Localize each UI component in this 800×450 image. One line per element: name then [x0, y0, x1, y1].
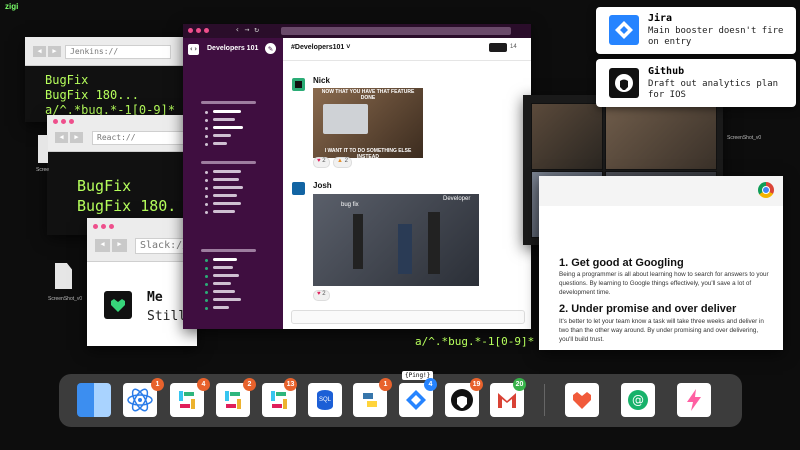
dock-badge: 1 [379, 378, 392, 391]
jenkins-window[interactable]: ◀ ▶ Jenkins:// BugFix BugFix 180... a/^.… [25, 37, 200, 122]
jenkins-url[interactable]: Jenkins:// [65, 45, 171, 59]
meme-bottom-text: I WANT IT TO DO SOMETHING ELSE INSTEAD [324, 148, 412, 160]
article-heading-1: 1. Get good at Googling [559, 257, 684, 269]
react-url[interactable]: React:// [92, 131, 193, 145]
sql-label: SQL [317, 390, 333, 410]
meme-image[interactable]: NOW THAT YOU HAVE THAT FEATURE DONE I WA… [313, 88, 423, 160]
notification-jira[interactable]: Jira Main booster doesn't fire on entry [596, 7, 796, 54]
gif-caption-1: bug fix [341, 202, 359, 208]
reaction-emoji[interactable]: ▲ 2 [333, 157, 352, 168]
finder-app-icon[interactable] [77, 383, 111, 417]
dock-badge: 19 [470, 378, 483, 391]
notification-body: Main booster doesn't fire on entry [648, 26, 784, 47]
slack-small-titlebar[interactable]: ◀ ▶ Slack:// [87, 218, 197, 262]
dock-separator [544, 384, 545, 416]
slack-main-window[interactable]: ‹ → ↻ ‹› Developers 101 ✎ #Developers101… [183, 24, 531, 329]
slack-titlebar[interactable]: ‹ → ↻ [183, 24, 531, 38]
jenkins-line-2: BugFix 180... [45, 88, 139, 102]
message-avatar[interactable] [292, 182, 305, 195]
github-icon [609, 68, 639, 98]
svg-text:@: @ [632, 393, 644, 407]
dock-badge: 4 [197, 378, 210, 391]
dock-badge: 13 [284, 378, 297, 391]
file-icon[interactable] [55, 263, 72, 289]
gif-caption-2: Developer [443, 196, 471, 202]
terminal-line: a/^.*bug.*-1[0-9]* [415, 335, 535, 348]
heart-avatar [104, 291, 132, 319]
video-tile[interactable] [531, 103, 603, 170]
message-avatar[interactable] [292, 78, 305, 91]
chrome-icon[interactable] [758, 182, 774, 198]
forward-button[interactable]: ▶ [70, 132, 83, 143]
workspace-icon[interactable]: ‹› [188, 44, 199, 55]
forward-button[interactable]: ▶ [112, 239, 127, 252]
message-user[interactable]: Me [147, 290, 163, 305]
file-label[interactable]: ScreenShot_v0 [727, 135, 761, 141]
file-label[interactable]: Scree [36, 167, 49, 173]
laptop-graphic [323, 104, 368, 134]
member-avatars[interactable] [489, 43, 507, 52]
notification-body: Draft out analytics plan for IOS [648, 79, 779, 100]
workspace-name[interactable]: Developers 101 [207, 45, 258, 52]
back-button[interactable]: ◀ [95, 239, 110, 252]
message-author[interactable]: Nick [313, 76, 330, 85]
dock-badge: 4 [424, 378, 437, 391]
back-button[interactable]: ◀ [33, 46, 46, 57]
jira-icon [609, 15, 639, 45]
article-window[interactable]: 1. Get good at Googling Being a programm… [539, 176, 783, 350]
sql-app-icon[interactable]: SQL [308, 383, 342, 417]
message-composer[interactable] [291, 310, 525, 324]
slack-search-bar[interactable] [281, 27, 511, 35]
video-tile[interactable] [605, 103, 717, 170]
back-button[interactable]: ◀ [55, 132, 68, 143]
reaction-heart[interactable]: ♥ 2 [313, 157, 330, 168]
slack-small-window[interactable]: ◀ ▶ Slack:// Me Still [87, 218, 197, 346]
jenkins-titlebar[interactable]: ◀ ▶ Jenkins:// [25, 37, 200, 66]
at-app-icon[interactable]: @ [621, 383, 655, 417]
notification-github[interactable]: Github Draft out analytics plan for IOS [596, 59, 796, 107]
nav-arrows[interactable]: ‹ → ↻ [235, 25, 259, 34]
notification-title: Jira [648, 13, 673, 24]
react-line-1: BugFix [77, 177, 132, 195]
article-body-1: Being a programmer is all about learning… [559, 271, 769, 296]
app-logo[interactable]: zigi [5, 2, 18, 11]
react-line-2: BugFix 180. [77, 197, 177, 215]
channel-name[interactable]: #Developers101 ˅ [291, 44, 350, 51]
message-text: Still [147, 309, 187, 324]
file-label[interactable]: ScreenShot_v0 [48, 296, 82, 302]
notification-title: Github [648, 66, 685, 77]
article-body-2: It's better to let your team know a task… [559, 318, 764, 343]
slack-sidebar: ‹› Developers 101 ✎ [183, 38, 283, 329]
bolt-app-icon[interactable] [677, 383, 711, 417]
channel-header: #Developers101 ˅ 14 [283, 38, 531, 61]
jenkins-line-1: BugFix [45, 73, 89, 87]
forward-button[interactable]: ▶ [48, 46, 61, 57]
compose-icon[interactable]: ✎ [265, 43, 276, 54]
message-author[interactable]: Josh [313, 181, 332, 190]
article-titlebar[interactable] [539, 176, 783, 206]
dock-badge: 1 [151, 378, 164, 391]
gif-image[interactable]: bug fix Developer [313, 194, 479, 286]
file-icon[interactable] [38, 135, 48, 163]
dock-badge: 20 [513, 378, 526, 391]
reaction-heart[interactable]: ♥ 2 [313, 290, 330, 301]
heart-app-icon[interactable] [565, 383, 599, 417]
meme-top-text: NOW THAT YOU HAVE THAT FEATURE DONE [321, 89, 415, 101]
member-count: 14 [510, 44, 517, 50]
article-heading-2: 2. Under promise and over deliver [559, 303, 737, 315]
dock-badge: 2 [243, 378, 256, 391]
